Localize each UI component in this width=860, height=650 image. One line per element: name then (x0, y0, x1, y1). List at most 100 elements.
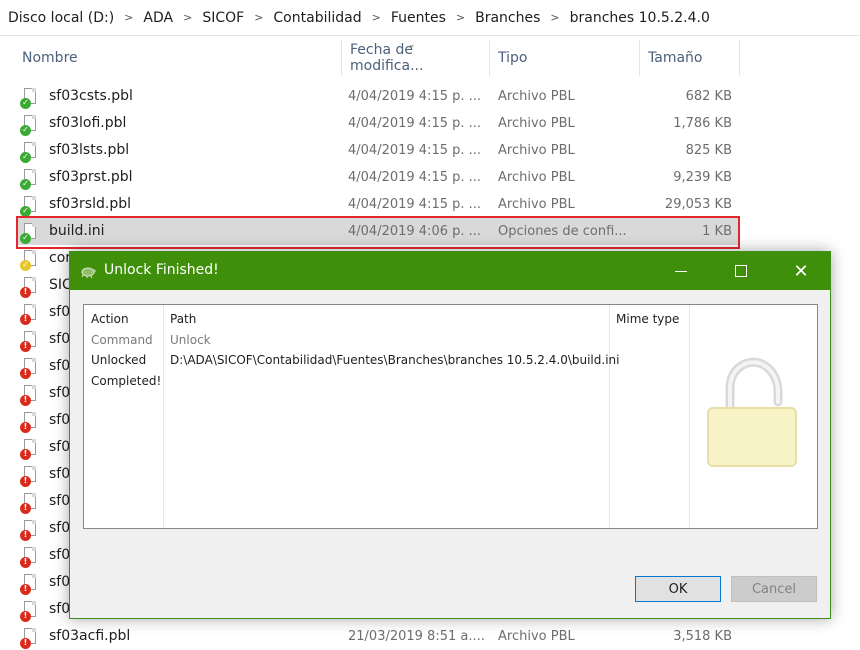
file-name: sf0 (49, 358, 71, 374)
file-status-icon: ✓ (20, 115, 38, 136)
file-date: 4/04/2019 4:15 p. ... (348, 143, 482, 158)
file-status-icon: ✓ (20, 142, 38, 163)
file-size: 29,053 KB (664, 197, 732, 212)
file-name: sf0 (49, 304, 71, 320)
red-status-badge-icon: ! (20, 314, 31, 325)
breadcrumb-item[interactable]: Contabilidad (273, 10, 361, 26)
file-name: sf0 (49, 601, 71, 617)
file-size: 825 KB (685, 143, 732, 158)
file-status-icon: ! (20, 493, 38, 514)
file-status-icon: ! (20, 412, 38, 433)
tortoise-icon (81, 267, 96, 279)
red-status-badge-icon: ! (20, 557, 31, 568)
breadcrumb-item[interactable]: ADA (143, 10, 173, 26)
file-type: Archivo PBL (498, 170, 575, 185)
file-name: sf03csts.pbl (49, 88, 133, 104)
file-type: Archivo PBL (498, 629, 575, 644)
header-path[interactable]: Path (170, 312, 196, 326)
header-action[interactable]: Action (91, 312, 129, 326)
column-header-size[interactable]: Tamaño (640, 40, 740, 76)
dialog-title: Unlock Finished! (104, 262, 219, 278)
chevron-right-icon[interactable]: > (372, 11, 381, 24)
header-mime-type[interactable]: Mime type (616, 312, 679, 326)
red-status-badge-icon: ! (20, 341, 31, 352)
column-path (164, 305, 610, 528)
chevron-right-icon[interactable]: > (550, 11, 559, 24)
file-status-icon: ! (20, 331, 38, 352)
file-date: 4/04/2019 4:15 p. ... (348, 89, 482, 104)
breadcrumb-item[interactable]: Disco local (D:) (8, 10, 114, 26)
ok-button[interactable]: OK (635, 576, 721, 602)
red-status-badge-icon: ! (20, 287, 31, 298)
result-path: D:\ADA\SICOF\Contabilidad\Fuentes\Branch… (170, 353, 620, 367)
file-status-icon: ! (20, 520, 38, 541)
minimize-icon (675, 270, 687, 272)
red-status-badge-icon: ! (20, 638, 31, 649)
red-status-badge-icon: ! (20, 368, 31, 379)
file-row[interactable]: ✓ sf03lofi.pbl 4/04/2019 4:15 p. ... Archiv… (18, 110, 740, 137)
close-icon: ✕ (793, 260, 809, 282)
green-status-badge-icon: ✓ (20, 125, 31, 136)
file-status-icon: ! (20, 304, 38, 325)
red-status-badge-icon: ! (20, 503, 31, 514)
file-status-icon: ! (20, 547, 38, 568)
red-status-badge-icon: ! (20, 476, 31, 487)
file-status-icon: ! (20, 358, 38, 379)
breadcrumb-item[interactable]: Fuentes (391, 10, 446, 26)
file-status-icon: ! (20, 601, 38, 622)
green-status-badge-icon: ✓ (20, 98, 31, 109)
file-name: sf03rsld.pbl (49, 196, 131, 212)
file-status-icon: ! (20, 385, 38, 406)
file-type: Archivo PBL (498, 89, 575, 104)
yellow-status-badge-icon: ✓ (20, 260, 31, 271)
chevron-right-icon[interactable]: > (124, 11, 133, 24)
column-header-name[interactable]: Nombre (14, 40, 342, 76)
red-status-badge-icon: ! (20, 584, 31, 595)
file-row[interactable]: ! sf03acfi.pbl 21/03/2019 8:51 a.... Archiv… (18, 623, 740, 650)
file-status-icon: ! (20, 439, 38, 460)
file-row[interactable]: ✓ sf03csts.pbl 4/04/2019 4:15 p. ... Archiv… (18, 83, 740, 110)
breadcrumb-item[interactable]: SICOF (202, 10, 244, 26)
green-status-badge-icon: ✓ (20, 152, 31, 163)
chevron-right-icon[interactable]: > (456, 11, 465, 24)
file-row[interactable]: ✓ sf03rsld.pbl 4/04/2019 4:15 p. ... Archiv… (18, 191, 740, 218)
file-type: Archivo PBL (498, 143, 575, 158)
chevron-right-icon[interactable]: > (254, 11, 263, 24)
result-action: Unlocked (91, 353, 147, 367)
file-name: cor (49, 250, 72, 266)
sort-chevron-icon: ⌄ (408, 40, 416, 50)
file-size: 9,239 KB (673, 170, 732, 185)
column-headers: Nombre Fecha de modifica... Tipo Tamaño (0, 40, 860, 76)
file-row[interactable]: ✓ sf03prst.pbl 4/04/2019 4:15 p. ... Archiv… (18, 164, 740, 191)
red-status-badge-icon: ! (20, 395, 31, 406)
unlock-dialog: Unlock Finished! ✕ Action Path Mime type… (69, 251, 831, 619)
file-name: sf0 (49, 547, 71, 563)
breadcrumb-item[interactable]: Branches (475, 10, 540, 26)
column-header-date[interactable]: Fecha de modifica... (342, 40, 490, 76)
chevron-right-icon[interactable]: > (183, 11, 192, 24)
selection-highlight-outline (16, 216, 740, 249)
file-size: 682 KB (685, 89, 732, 104)
close-button[interactable]: ✕ (778, 252, 824, 290)
file-name: sf0 (49, 493, 71, 509)
breadcrumb-item[interactable]: branches 10.5.2.4.0 (570, 10, 710, 26)
column-header-type[interactable]: Tipo (490, 40, 640, 76)
maximize-button[interactable] (718, 252, 764, 290)
file-row[interactable]: ✓ sf03lsts.pbl 4/04/2019 4:15 p. ... Archiv… (18, 137, 740, 164)
file-name: sf03prst.pbl (49, 169, 133, 185)
file-name: sf03lsts.pbl (49, 142, 130, 158)
dialog-titlebar[interactable]: Unlock Finished! ✕ (70, 252, 830, 290)
red-status-badge-icon: ! (20, 530, 31, 541)
cancel-button[interactable]: Cancel (731, 576, 817, 602)
minimize-button[interactable] (658, 252, 704, 290)
file-status-icon: ! (20, 466, 38, 487)
red-status-badge-icon: ! (20, 449, 31, 460)
file-type: Archivo PBL (498, 116, 575, 131)
file-status-icon: ✓ (20, 250, 38, 271)
file-status-icon: ! (20, 574, 38, 595)
unlocked-padlock-icon (707, 357, 797, 467)
file-status-icon: ✓ (20, 169, 38, 190)
file-status-icon: ✓ (20, 88, 38, 109)
column-mime (610, 305, 690, 528)
file-name: sf0 (49, 412, 71, 428)
